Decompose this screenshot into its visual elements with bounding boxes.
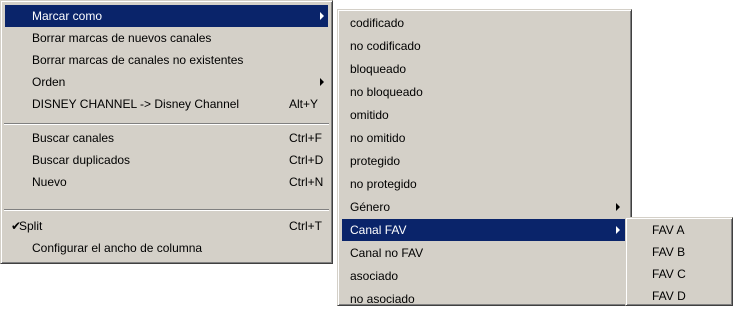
menu-item-shortcut: Alt+Y	[289, 97, 319, 111]
fav-item-a[interactable]: FAV A	[630, 219, 730, 241]
menu-item-label: protegido	[350, 154, 401, 168]
menu-item-label: Canal FAV	[350, 223, 407, 237]
submenu-arrow-icon	[616, 203, 620, 211]
menu-item-shortcut: Ctrl+T	[289, 219, 322, 233]
fav-item-c[interactable]: FAV C	[630, 263, 730, 285]
submenu-item-bloqueado[interactable]: bloqueado	[342, 58, 627, 80]
submenu-item-no-codificado[interactable]: no codificado	[342, 35, 627, 57]
menu-item-split[interactable]: ✔ Split Ctrl+T	[5, 215, 328, 237]
menu-item-label: Split	[19, 219, 43, 233]
menu-item-label: FAV D	[652, 289, 686, 303]
menu-item-label: Borrar marcas de canales no existentes	[32, 53, 244, 67]
menu-separator	[4, 123, 329, 125]
context-menu: Marcar como Borrar marcas de nuevos cana…	[0, 0, 333, 264]
menu-item-borrar-marcas-nuevos[interactable]: Borrar marcas de nuevos canales	[5, 27, 328, 49]
menu-item-label: no codificado	[350, 39, 421, 53]
menu-item-label: no protegido	[350, 177, 417, 191]
fav-channel-submenu: FAV A FAV B FAV C FAV D	[625, 217, 733, 306]
menu-item-label: Marcar como	[32, 9, 103, 23]
submenu-item-no-asociado[interactable]: no asociado	[342, 288, 627, 310]
menu-item-orden[interactable]: Orden	[5, 71, 328, 93]
submenu-item-omitido[interactable]: omitido	[342, 104, 627, 126]
menu-item-rename-disney[interactable]: DISNEY CHANNEL -> Disney Channel Alt+Y	[5, 93, 328, 115]
menu-item-shortcut: Ctrl+D	[289, 153, 324, 167]
menu-item-label: Género	[350, 200, 391, 214]
submenu-item-codificado[interactable]: codificado	[342, 12, 627, 34]
menu-item-label: DISNEY CHANNEL -> Disney Channel	[32, 97, 240, 111]
submenu-item-genero[interactable]: Género	[342, 196, 627, 218]
submenu-arrow-icon	[616, 226, 620, 234]
submenu-item-asociado[interactable]: asociado	[342, 265, 627, 287]
submenu-item-protegido[interactable]: protegido	[342, 150, 627, 172]
submenu-item-canal-no-fav[interactable]: Canal no FAV	[342, 242, 627, 264]
menu-item-buscar-duplicados[interactable]: Buscar duplicados Ctrl+D	[5, 149, 328, 171]
menu-item-label: Canal no FAV	[350, 246, 424, 260]
submenu-item-no-bloqueado[interactable]: no bloqueado	[342, 81, 627, 103]
menu-item-label: FAV C	[652, 267, 686, 281]
menu-item-label: Orden	[32, 75, 66, 89]
fav-item-b[interactable]: FAV B	[630, 241, 730, 263]
menu-item-label: codificado	[350, 16, 405, 30]
submenu-arrow-icon	[320, 12, 324, 20]
menu-item-buscar-canales[interactable]: Buscar canales Ctrl+F	[5, 127, 328, 149]
menu-item-label: bloqueado	[350, 62, 407, 76]
menu-item-configurar-ancho[interactable]: Configurar el ancho de columna	[5, 237, 328, 259]
menu-item-label: omitido	[350, 108, 389, 122]
menu-item-shortcut: Ctrl+N	[289, 175, 324, 189]
menu-item-label: no bloqueado	[350, 85, 423, 99]
fav-item-d[interactable]: FAV D	[630, 285, 730, 307]
submenu-item-no-protegido[interactable]: no protegido	[342, 173, 627, 195]
menu-item-label: FAV B	[652, 245, 686, 259]
submenu-item-canal-fav[interactable]: Canal FAV	[342, 219, 627, 241]
menu-item-shortcut: Ctrl+F	[289, 131, 322, 145]
menu-item-label: no omitido	[350, 131, 406, 145]
menu-separator	[4, 209, 329, 211]
submenu-item-no-omitido[interactable]: no omitido	[342, 127, 627, 149]
menu-item-label: Borrar marcas de nuevos canales	[32, 31, 212, 45]
submenu-arrow-icon	[320, 78, 324, 86]
menu-item-label: no asociado	[350, 292, 415, 306]
menu-item-label: FAV A	[652, 223, 685, 237]
menu-item-label: Nuevo	[32, 175, 67, 189]
menu-item-label: Buscar duplicados	[32, 153, 131, 167]
mark-as-submenu: codificado no codificado bloqueado no bl…	[337, 9, 632, 306]
menu-item-marcar-como[interactable]: Marcar como	[5, 5, 328, 27]
menu-item-label: asociado	[350, 269, 399, 283]
menu-item-nuevo[interactable]: Nuevo Ctrl+N	[5, 171, 328, 193]
menu-item-label: Buscar canales	[32, 131, 115, 145]
menu-item-borrar-marcas-no-existentes[interactable]: Borrar marcas de canales no existentes	[5, 49, 328, 71]
menu-item-label: Configurar el ancho de columna	[32, 241, 203, 255]
